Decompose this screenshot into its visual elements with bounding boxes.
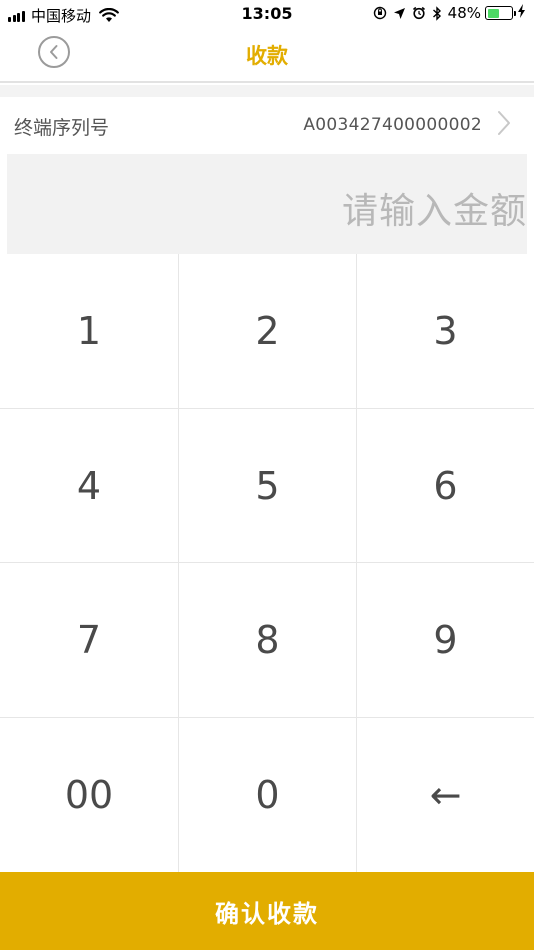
key-8[interactable]: 8 xyxy=(179,563,357,718)
nav-bar: 收款 xyxy=(0,28,534,83)
page-title: 收款 xyxy=(246,44,288,68)
battery-percent: 48% xyxy=(447,4,481,22)
status-bar: 中国移动 13:05 48% xyxy=(0,0,534,28)
orientation-lock-icon xyxy=(373,6,387,20)
battery-fill xyxy=(487,8,499,18)
alarm-icon xyxy=(412,6,426,20)
location-icon xyxy=(393,7,406,20)
key-6[interactable]: 6 xyxy=(357,409,534,563)
confirm-payment-button[interactable]: 确认收款 xyxy=(0,872,534,950)
chevron-right-icon xyxy=(498,111,510,135)
key-backspace[interactable]: ← xyxy=(357,718,534,872)
key-9[interactable]: 9 xyxy=(357,563,534,718)
amount-placeholder: 请输入金额 xyxy=(341,191,527,232)
battery-icon xyxy=(485,6,516,20)
amount-input-field[interactable]: 请输入金额 xyxy=(7,154,527,254)
key-4[interactable]: 4 xyxy=(0,409,179,563)
key-7[interactable]: 7 xyxy=(0,563,179,718)
bluetooth-icon xyxy=(432,5,442,21)
charging-icon xyxy=(517,4,526,22)
status-right: 48% xyxy=(367,4,526,22)
terminal-serial-row[interactable]: 终端序列号 A003427400000002 xyxy=(0,97,534,154)
app-root: 中国移动 13:05 48% 收款 终端序列号 A003427400000002… xyxy=(0,0,534,950)
key-3[interactable]: 3 xyxy=(357,254,534,409)
key-1[interactable]: 1 xyxy=(0,254,179,409)
key-00[interactable]: 00 xyxy=(0,718,179,872)
numeric-keypad: 1 2 3 4 5 6 7 8 9 00 0 ← xyxy=(0,254,534,872)
terminal-serial-label: 终端序列号 xyxy=(14,117,110,139)
key-2[interactable]: 2 xyxy=(179,254,357,409)
key-0[interactable]: 0 xyxy=(179,718,357,872)
battery-nub xyxy=(513,10,516,16)
terminal-serial-value: A003427400000002 xyxy=(303,115,482,135)
key-5[interactable]: 5 xyxy=(179,409,357,563)
section-gap xyxy=(0,85,534,97)
